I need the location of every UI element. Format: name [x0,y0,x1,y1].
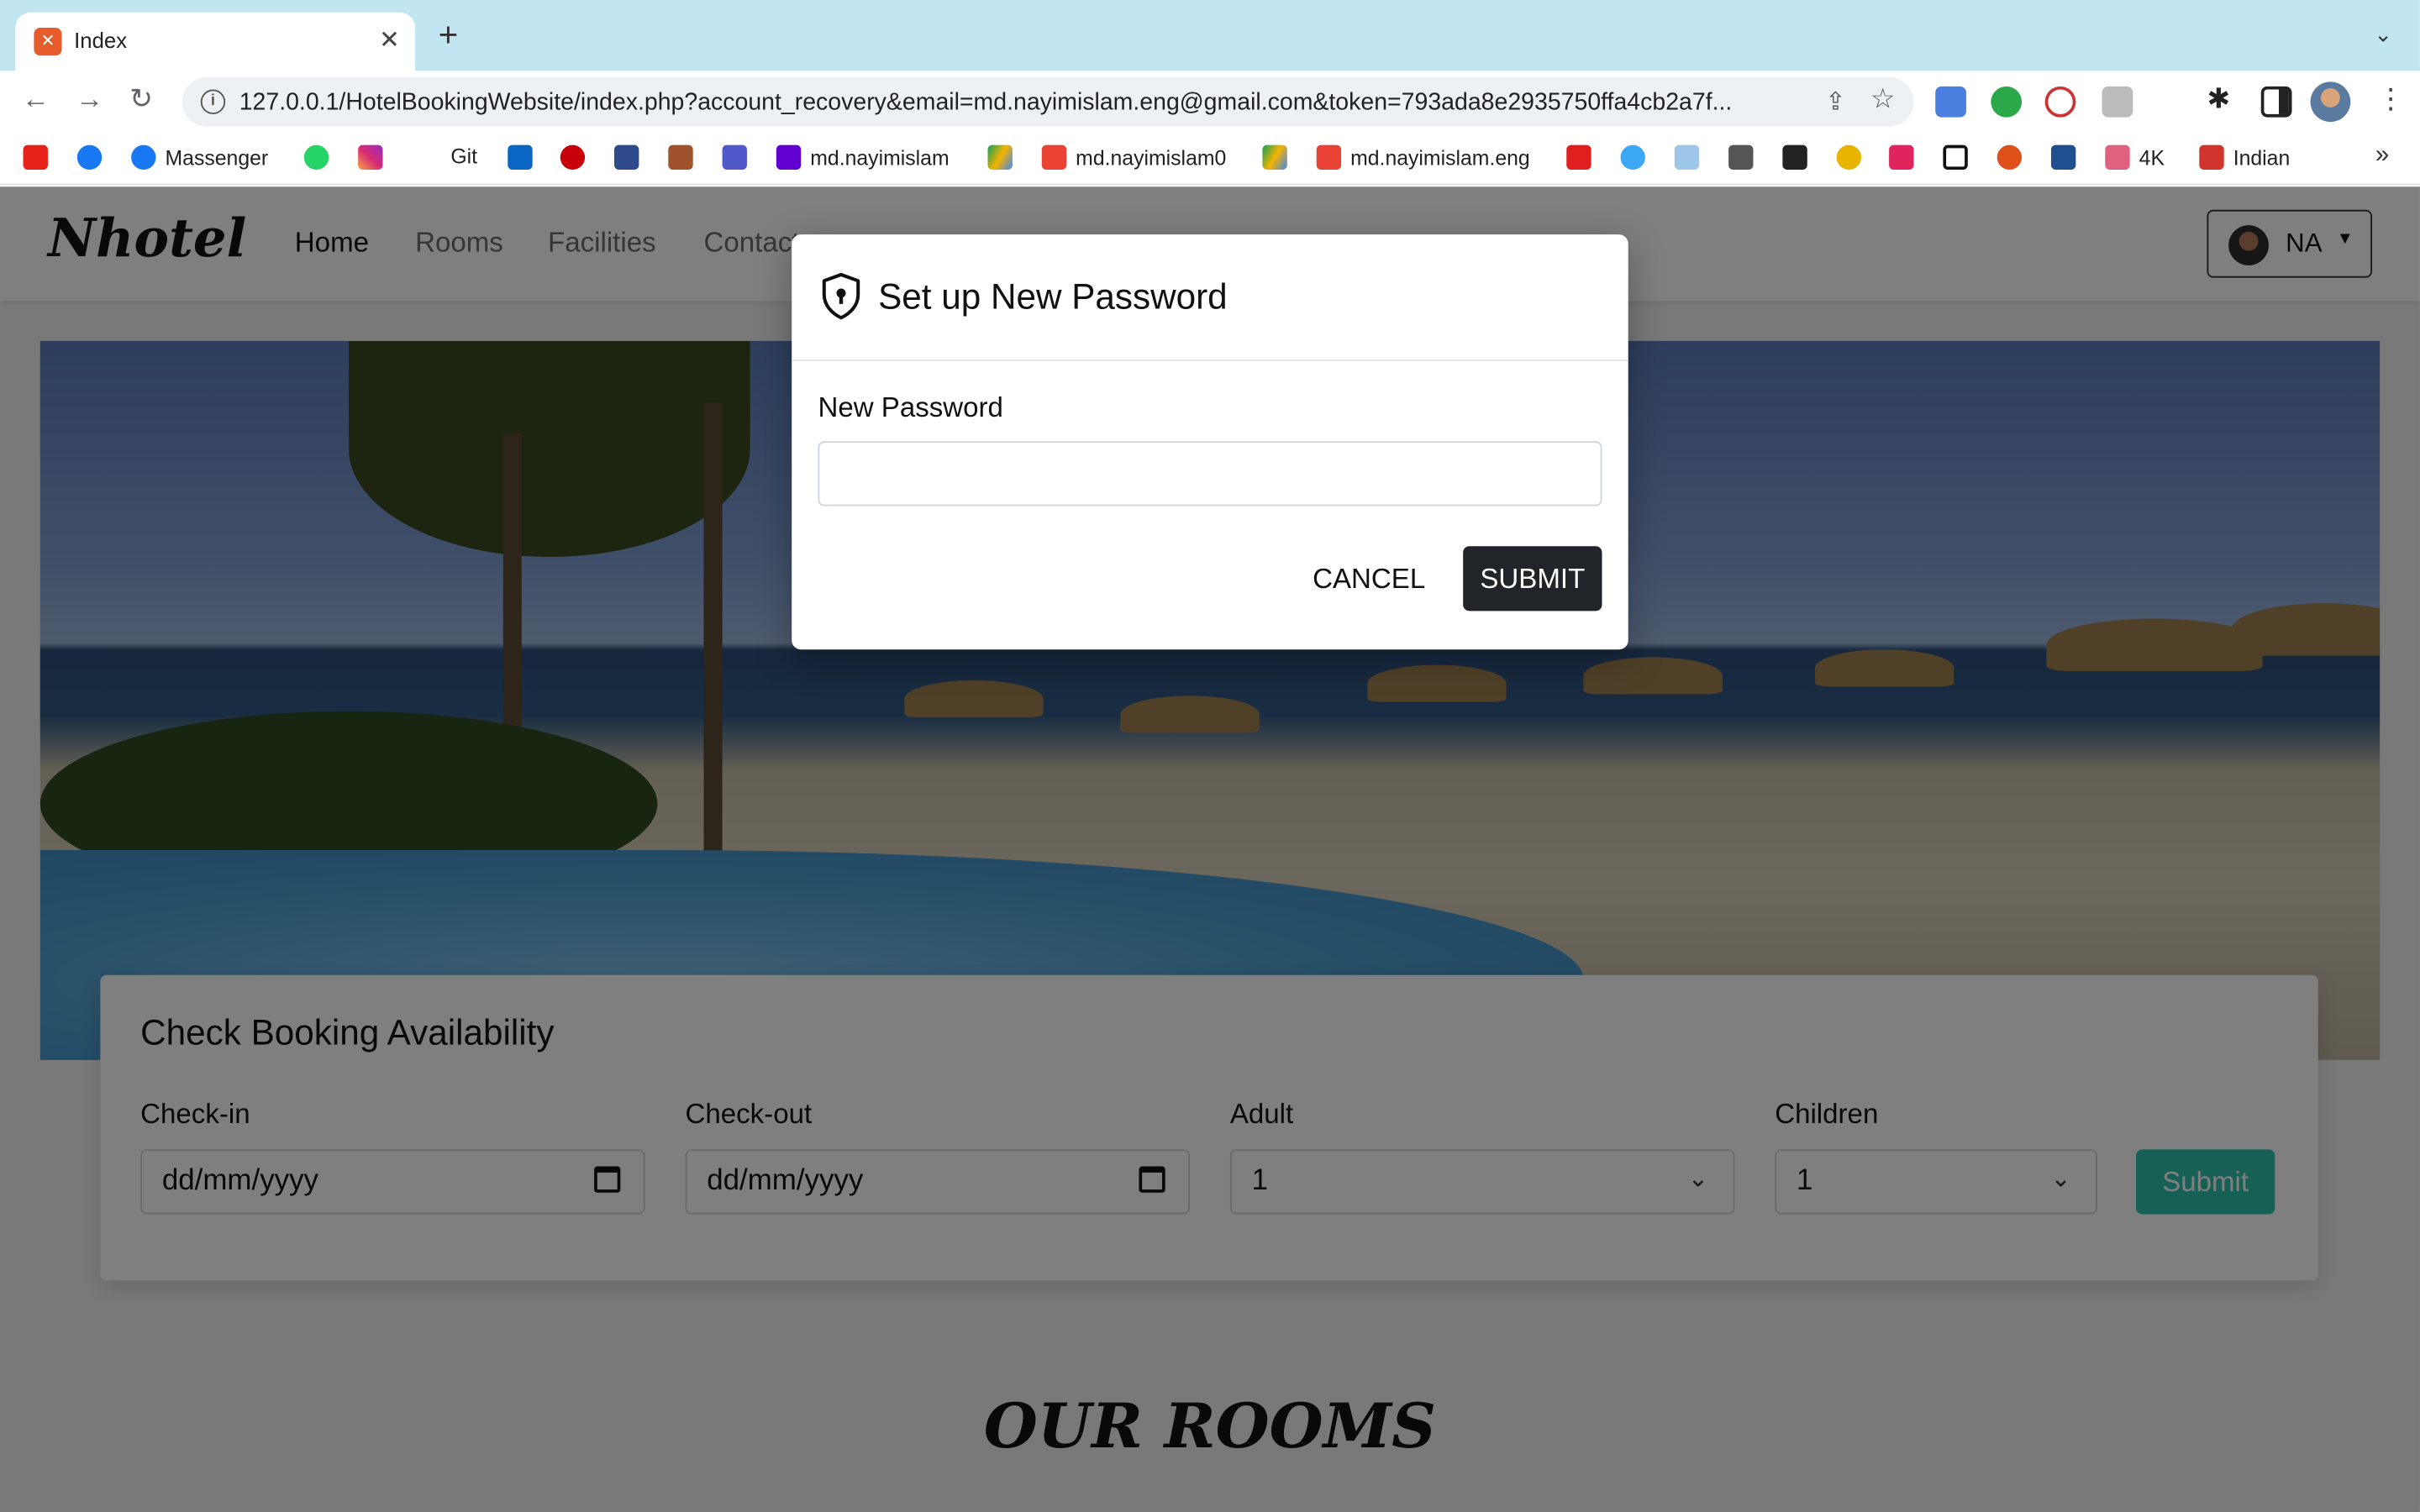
site-icon [1836,144,1862,171]
bookmark-label: Git [450,144,478,169]
mail-icon [776,144,802,171]
bookmark-site-2[interactable] [1674,144,1708,173]
blocker-extension-icon[interactable] [2044,86,2076,118]
teams-bookmark[interactable] [722,144,756,173]
extensions-puzzle-icon[interactable]: ✱ [2207,83,2230,116]
bookmark-icon-link[interactable] [614,144,648,173]
drive-bookmark[interactable] [987,144,1021,173]
gmail-bookmark-1[interactable]: md.nayimislam0 [1041,144,1227,173]
bookmark-label: md.nayimislam0 [1076,146,1227,171]
xampp-favicon-icon: ✕ [34,28,62,56]
huawei-icon [560,144,586,171]
site-icon [2199,144,2224,171]
shield-lock-icon [822,272,860,320]
bookmark-label: md.nayimislam [810,146,950,171]
heart-icon [1889,144,1914,171]
bookmark-star-icon[interactable]: ☆ [1870,83,1896,116]
back-icon[interactable]: ← [22,83,50,116]
hq-icon [2105,144,2130,171]
huawei-bookmark[interactable] [560,144,594,173]
bookmark-label: md.nayimislam.eng [1350,146,1530,171]
new-tab-icon[interactable]: + [439,18,459,52]
facebook-bookmark[interactable] [76,144,111,173]
bookmark-site-3[interactable] [1728,144,1762,173]
n-extension-icon[interactable] [1991,86,2023,118]
reload-icon[interactable]: ↻ [129,83,153,116]
film-bookmark[interactable] [668,144,702,173]
new-password-label: New Password [818,391,1003,423]
film-icon [668,144,693,171]
linkedin-bookmark[interactable] [508,144,541,173]
side-panel-icon[interactable] [2260,86,2292,118]
site-icon [1996,144,2023,171]
yahoo-mail-bookmark[interactable]: md.nayimislam [776,144,950,173]
messenger-bookmark[interactable]: Massenger [131,144,269,173]
browser-menu-icon[interactable]: ⋮ [2377,83,2405,116]
bookmark-site-4[interactable] [1782,144,1816,173]
site-icon [1566,144,1591,171]
bookmark-label: Massenger [165,146,269,171]
profile-avatar[interactable] [2310,81,2351,123]
indian-bookmark[interactable]: Indian [2199,144,2291,173]
tab-title: Index [74,28,128,53]
modal-title: Set up New Password [878,276,1228,317]
linkedin-icon [508,144,533,171]
bookmarks-bar: Massenger Git md.nayimislam md.nayimisla… [0,132,2420,186]
bookmark-site-7[interactable] [2050,144,2085,173]
notion-icon [1943,144,1968,171]
facebook-icon [131,144,156,171]
instagram-icon [358,144,383,171]
git-bookmark[interactable]: Git [450,145,477,173]
url-text[interactable]: 127.0.0.1/HotelBookingWebsite/index.php?… [239,90,1798,118]
notion-bookmark[interactable] [1943,144,1976,173]
gmail-icon [1041,144,1067,171]
address-bar[interactable]: i 127.0.0.1/HotelBookingWebsite/index.ph… [182,76,1914,127]
instagram-bookmark[interactable] [358,144,392,173]
youtube-icon [23,144,48,171]
whatsapp-bookmark[interactable] [303,144,338,173]
translate-extension-icon[interactable] [1935,86,1966,118]
red-bookmark[interactable] [1566,144,1600,173]
modal-header: Set up New Password [792,234,1628,361]
bookmark-label: 4K [2139,146,2165,171]
site-icon [614,144,639,171]
share-icon[interactable]: ⇪ [1825,87,1846,118]
bookmark-site-5[interactable] [1836,144,1870,173]
window-extension-icon[interactable] [2102,86,2133,118]
browser-tab[interactable]: ✕ Index ✕ [15,12,416,71]
gmail-bookmark-2[interactable]: md.nayimislam.eng [1316,144,1530,173]
forward-icon[interactable]: → [76,83,103,116]
facebook-icon [76,144,103,171]
site-icon [1782,144,1807,171]
teams-icon [722,144,747,171]
browser-toolbar: ← → ↻ i 127.0.0.1/HotelBookingWebsite/in… [0,71,2420,133]
whatsapp-icon [303,144,329,171]
cancel-button[interactable]: CANCEL [1301,546,1437,611]
google-drive-icon [1262,144,1287,171]
hq-4k-bookmark[interactable]: 4K [2105,144,2165,173]
site-info-icon[interactable]: i [200,89,226,114]
browser-tabstrip: ✕ Index ✕ + ⌄ [0,0,2420,71]
new-password-input[interactable] [818,441,1602,507]
gmail-icon [1316,144,1342,171]
new-password-modal: Set up New Password New Password CANCEL … [792,234,1628,650]
google-drive-icon [987,144,1013,171]
bookmark-heart[interactable] [1889,144,1923,173]
submit-button[interactable]: SUBMIT [1463,546,1602,612]
drive-bookmark-2[interactable] [1262,144,1296,173]
bookmarks-overflow-icon[interactable]: » [2375,142,2389,170]
bookmark-site-6[interactable] [1996,144,2031,173]
site-icon [1728,144,1754,171]
youtube-bookmark[interactable] [23,144,57,173]
tab-close-icon[interactable]: ✕ [379,24,400,55]
tab-search-chevron-icon[interactable]: ⌄ [2374,22,2392,48]
site-icon [2050,144,2076,171]
bookmark-label: Indian [2233,146,2291,171]
play-bookmark[interactable] [1620,144,1655,173]
site-icon [1674,144,1700,171]
play-icon [1620,144,1645,171]
